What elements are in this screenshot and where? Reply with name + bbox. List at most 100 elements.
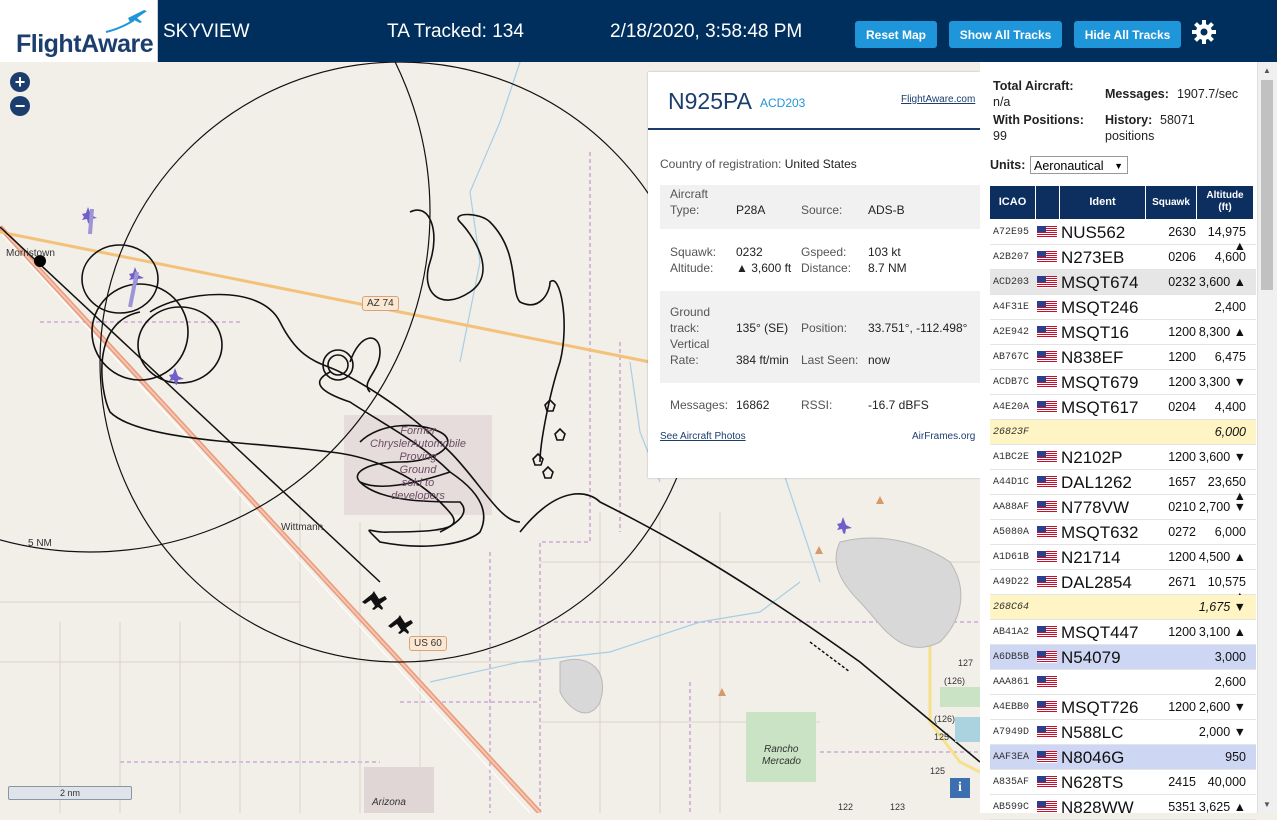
- aircraft-photos-link[interactable]: See Aircraft Photos: [660, 431, 746, 442]
- col-header-squawk[interactable]: Squawk: [1146, 186, 1197, 219]
- zoom-out-button[interactable]: −: [10, 96, 30, 116]
- flightaware-logo[interactable]: FlightAware: [0, 0, 158, 62]
- road-shield-az74: AZ 74: [362, 296, 399, 311]
- row-icao: A7949D: [993, 727, 1030, 738]
- messages-value: 1907.7/sec: [1177, 87, 1239, 101]
- table-row[interactable]: A835AF N628TS 2415 40,000: [990, 770, 1256, 795]
- units-label: Units:: [990, 158, 1026, 172]
- col-header-ident[interactable]: Ident: [1060, 186, 1146, 219]
- messages-label: Messages:: [1105, 87, 1169, 101]
- us-flag-icon: [1037, 251, 1057, 263]
- row-altitude: 950: [1225, 750, 1246, 764]
- vrate-label: Vertical: [670, 337, 710, 351]
- flightaware-link[interactable]: FlightAware.com: [901, 94, 975, 105]
- table-row[interactable]: AB599C N828WW 5351 3,625 ▲: [990, 795, 1256, 820]
- table-row[interactable]: A4F31E MSQT246 2,400: [990, 295, 1256, 320]
- row-ident: MSQT726: [1061, 698, 1139, 717]
- us-flag-icon: [1037, 776, 1057, 788]
- side-scrollbar[interactable]: ▲ ▼: [1257, 62, 1277, 813]
- table-row[interactable]: A1D61B N21714 1200 4,500 ▲: [990, 545, 1256, 570]
- table-row[interactable]: A6DB5B N54079 3,000: [990, 645, 1256, 670]
- track-label: Ground: [670, 305, 711, 319]
- row-icao: A835AF: [993, 777, 1030, 788]
- row-icao: A4E20A: [993, 402, 1030, 413]
- col-header-altitude[interactable]: Altitude (ft): [1197, 186, 1254, 219]
- messages-label: Messages:: [670, 398, 729, 412]
- table-row[interactable]: ACD203 MSQT674 0232 3,600 ▲: [990, 270, 1256, 295]
- us-flag-icon: [1037, 651, 1057, 663]
- map-info-button[interactable]: i: [950, 778, 970, 798]
- popup-squawk-row: Squawk: 0232 Gspeed: 103 kt Altitude: ▲ …: [660, 245, 980, 285]
- altitude-label: Altitude:: [670, 261, 714, 275]
- row-ident: DAL1262: [1061, 473, 1132, 492]
- col-header-altitude-label: Altitude: [1206, 190, 1244, 201]
- table-row[interactable]: A5080A MSQT632 0272 6,000: [990, 520, 1256, 545]
- selected-aircraft-icon: [362, 591, 387, 610]
- zoom-in-button[interactable]: +: [10, 72, 30, 92]
- hide-all-tracks-button[interactable]: Hide All Tracks: [1074, 21, 1181, 48]
- country-value: United States: [784, 157, 857, 171]
- table-row[interactable]: A1BC2E N2102P 1200 3,600 ▼: [990, 445, 1256, 470]
- row-squawk: 2630: [1168, 225, 1196, 239]
- col-header-icao[interactable]: ICAO: [990, 186, 1036, 219]
- history-label: History:: [1105, 113, 1153, 127]
- gear-icon[interactable]: [1190, 18, 1218, 46]
- table-row[interactable]: AA88AF N778VW 0210 2,700 ▼: [990, 495, 1256, 520]
- popup-registration: N925PA: [668, 88, 752, 114]
- popup-hex[interactable]: ACD203: [760, 96, 805, 110]
- row-icao: A4F31E: [993, 302, 1030, 313]
- table-row[interactable]: AAF3EA N8046G 950: [990, 745, 1256, 770]
- table-row[interactable]: A7949D N588LC 2,000 ▼: [990, 720, 1256, 745]
- squawk-label: Squawk:: [670, 245, 717, 259]
- scroll-down-icon[interactable]: ▼: [1263, 800, 1271, 809]
- row-altitude: 2,000 ▼: [1198, 725, 1246, 739]
- row-ident: N54079: [1061, 648, 1121, 667]
- table-row[interactable]: A44D1C DAL1262 1657 23,650 ▲: [990, 470, 1256, 503]
- row-ident: N778VW: [1061, 498, 1130, 517]
- airframes-link[interactable]: AirFrames.org: [912, 431, 975, 442]
- table-row[interactable]: AB767C N838EF 1200 6,475: [990, 345, 1256, 370]
- scrollbar-thumb[interactable]: [1261, 80, 1273, 290]
- scroll-up-icon[interactable]: ▲: [1263, 66, 1271, 75]
- units-select[interactable]: Aeronautical ▼: [1030, 156, 1128, 174]
- table-row[interactable]: AB41A2 MSQT447 1200 3,100 ▲: [990, 620, 1256, 645]
- table-row[interactable]: 26823F 6,000: [990, 420, 1256, 445]
- row-altitude: 4,600: [1214, 250, 1246, 264]
- row-altitude: 3,600 ▼: [1198, 450, 1246, 464]
- label-line: ChryslerAutomobile: [370, 438, 466, 450]
- map-label-rancho: Rancho: [764, 744, 799, 755]
- row-ident: NUS562: [1061, 223, 1126, 242]
- us-flag-icon: [1037, 226, 1057, 238]
- row-squawk: 5351: [1168, 800, 1196, 814]
- squawk-value: 0232: [736, 245, 763, 259]
- table-row[interactable]: ACDB7C MSQT679 1200 3,300 ▼: [990, 370, 1256, 395]
- table-row[interactable]: A72E95 NUS562 2630 14,975 ▲: [990, 220, 1256, 253]
- show-all-tracks-button[interactable]: Show All Tracks: [949, 21, 1062, 48]
- table-row[interactable]: AAA861 2,600: [990, 670, 1256, 695]
- position-value: 33.751°, -112.498°: [868, 321, 968, 335]
- table-row[interactable]: A2B207 N273EB 0206 4,600: [990, 245, 1256, 270]
- distance-label: Distance:: [801, 261, 852, 275]
- us-flag-icon: [1037, 326, 1057, 338]
- gspeed-value: 103 kt: [868, 245, 901, 259]
- row-squawk: 0272: [1168, 525, 1196, 539]
- map-label-123: 123: [890, 802, 906, 812]
- label-line: Former: [400, 425, 436, 437]
- table-row[interactable]: A49D22DAL2854267110,575 ▲: [990, 570, 1256, 603]
- row-altitude: 4,400: [1214, 400, 1246, 414]
- row-squawk: 2415: [1168, 775, 1196, 789]
- row-altitude: 6,000: [1214, 425, 1246, 439]
- row-altitude: 2,600: [1214, 675, 1246, 689]
- track-label: track:: [670, 321, 700, 335]
- rssi-value: -16.7 dBFS: [868, 398, 929, 412]
- table-row[interactable]: A2E942 MSQT16 1200 8,300 ▲: [990, 320, 1256, 345]
- reset-map-button[interactable]: Reset Map: [855, 21, 937, 48]
- row-ident: MSQT617: [1061, 398, 1139, 417]
- map-label-125a: 125: [934, 732, 950, 742]
- col-header-flag[interactable]: [1036, 186, 1060, 219]
- row-ident: MSQT632: [1061, 523, 1139, 542]
- table-row[interactable]: A4EBB0 MSQT726 1200 2,600 ▼: [990, 695, 1256, 720]
- table-row[interactable]: A4E20A MSQT617 0204 4,400: [990, 395, 1256, 420]
- row-icao: AA88AF: [993, 502, 1030, 513]
- table-row[interactable]: 268C64 1,675 ▼: [990, 595, 1256, 620]
